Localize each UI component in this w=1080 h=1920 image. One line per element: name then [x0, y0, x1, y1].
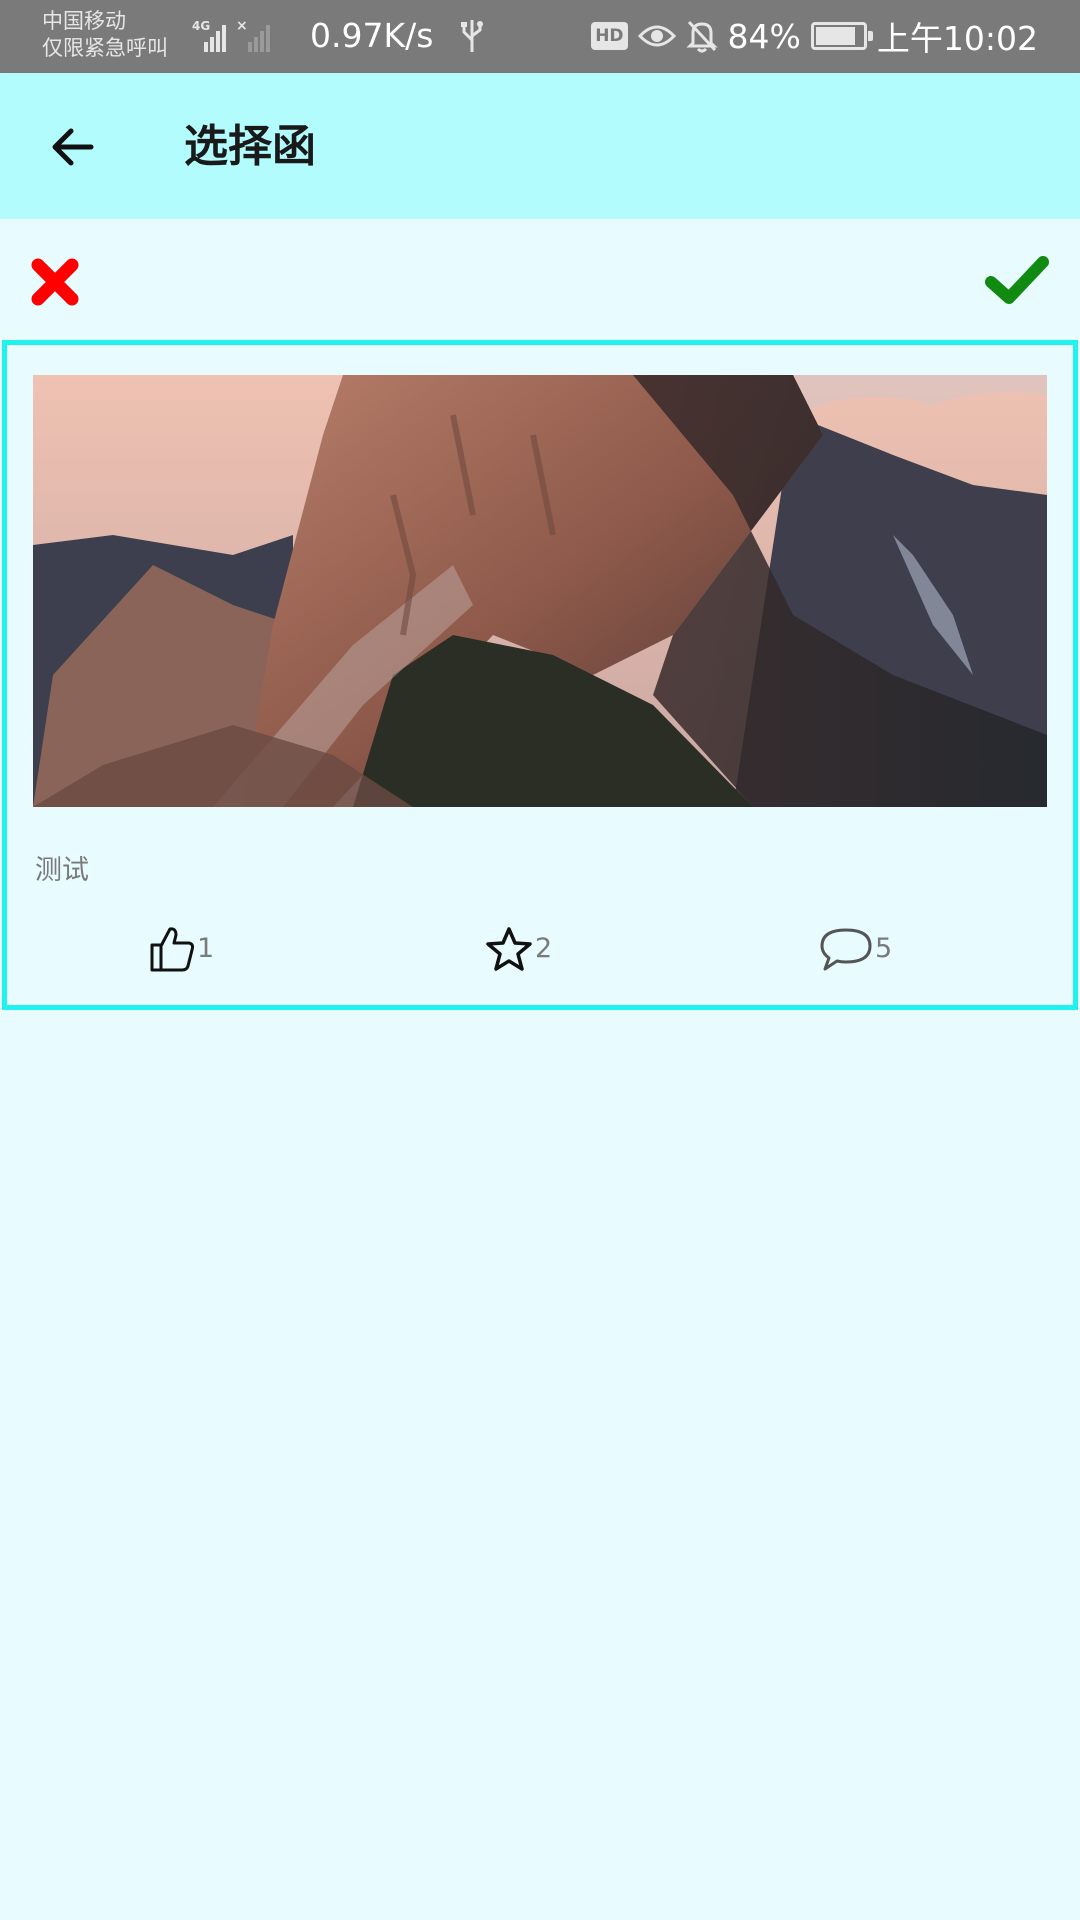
clock: 上午10:02: [876, 19, 1038, 58]
carrier-info: 中国移动 仅限紧急呼叫: [42, 8, 192, 62]
favorite-count: 2: [535, 933, 553, 964]
post-image: [33, 375, 1047, 807]
close-icon: [31, 258, 79, 306]
comment-icon: [820, 928, 872, 971]
net-speed: 0.97K/s: [310, 16, 434, 55]
page-title: 选择函: [184, 121, 316, 172]
bell-off-icon: [685, 20, 718, 53]
back-button[interactable]: [32, 107, 112, 187]
eye-icon: [637, 25, 676, 47]
comment-count: 5: [875, 933, 893, 964]
stats-row: 1 2 5: [7, 919, 1073, 979]
usb-icon: [461, 20, 483, 52]
post-text: 测试: [35, 855, 89, 886]
battery-percent: 84%: [727, 16, 801, 56]
star-icon: [486, 927, 532, 971]
carrier-status: 仅限紧急呼叫: [42, 36, 168, 60]
signal-icon: 4G ×: [192, 18, 270, 52]
app-bar: 选择函: [0, 73, 1080, 219]
network-type-label: 4G: [192, 19, 210, 33]
thumbs-up-icon: [150, 927, 195, 972]
cancel-button[interactable]: [24, 251, 86, 313]
battery-icon: [810, 22, 873, 50]
svg-text:×: ×: [236, 18, 248, 34]
battery-level-fill: [815, 27, 855, 45]
like-count: 1: [197, 933, 215, 964]
favorite-button[interactable]: 2: [485, 919, 552, 979]
comment-button[interactable]: 5: [819, 919, 892, 979]
status-right: HD 84% 上午10:02: [591, 14, 1038, 58]
action-row: [0, 219, 1080, 339]
status-bar: 中国移动 仅限紧急呼叫 4G × 0.97K/s HD 84% 上午10:02: [0, 0, 1080, 73]
like-button[interactable]: 1: [149, 919, 214, 979]
check-icon: [985, 256, 1049, 304]
carrier-name: 中国移动: [42, 9, 126, 33]
hd-badge: HD: [591, 22, 628, 50]
arrow-left-icon: [52, 128, 94, 166]
post-card[interactable]: 测试 1 2 5: [2, 340, 1078, 1010]
confirm-button[interactable]: [982, 247, 1052, 313]
mountain-photo: [33, 375, 1047, 807]
